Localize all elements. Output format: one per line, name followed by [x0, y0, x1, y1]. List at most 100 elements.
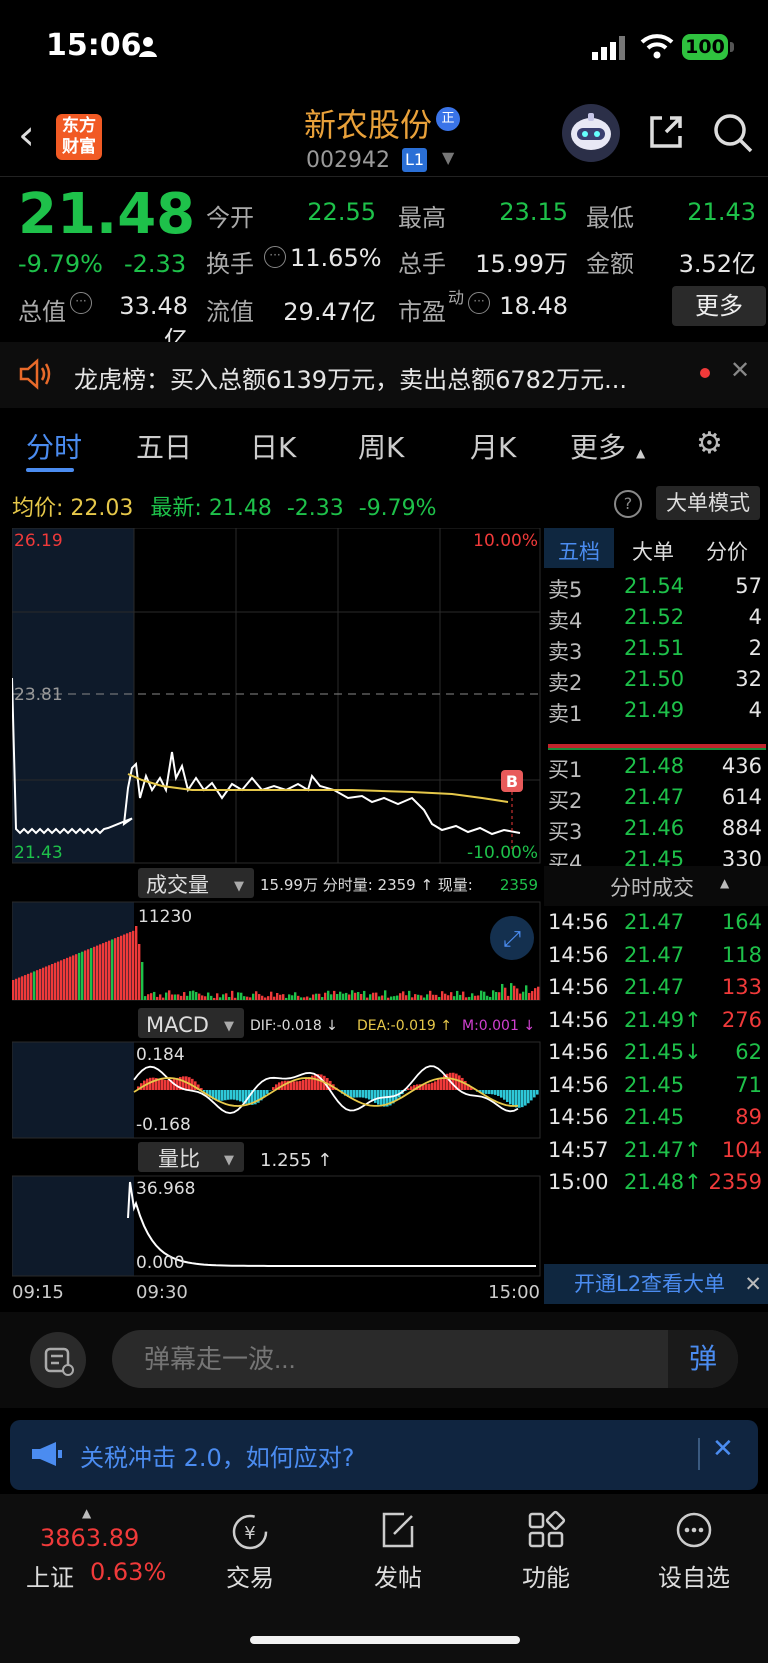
macd-dea: DEA:-0.019 ↑	[357, 1018, 452, 1034]
send-danmu-button[interactable]: 弹	[668, 1330, 738, 1388]
nav-watchlist[interactable]: 设自选	[644, 1558, 744, 1593]
volume-bar	[465, 997, 468, 1000]
volume-bar	[192, 990, 195, 1000]
l2-text: 开通L2查看大单	[574, 1272, 726, 1296]
ticks-title[interactable]: 分时成交	[610, 872, 694, 902]
home-indicator	[250, 1636, 520, 1644]
help-icon[interactable]: ?	[614, 490, 642, 518]
wifi-icon	[640, 34, 674, 59]
tab-monthly-k[interactable]: 月K	[470, 426, 516, 466]
tab-intraday[interactable]: 分时	[26, 426, 82, 466]
volume-bar	[294, 992, 297, 1000]
info-icon[interactable]: ···	[70, 292, 92, 314]
tick-row: 14:56 21.49↑ 276	[544, 1008, 766, 1042]
tab-daily-k[interactable]: 日K	[250, 426, 296, 466]
chevron-down-icon[interactable]: ▼	[442, 148, 454, 167]
volume-bar	[459, 994, 462, 1000]
stock-name[interactable]: 新农股份	[304, 100, 432, 146]
more-button[interactable]: 更多	[672, 286, 766, 326]
ratio-pre-shade	[12, 1176, 134, 1276]
ratio-bottom-label: 0.000	[136, 1253, 185, 1273]
book-row-volume: 436	[721, 754, 762, 778]
macd-bar	[515, 1090, 518, 1108]
trade-icon[interactable]: ¥	[230, 1512, 270, 1552]
nav-functions[interactable]: 功能	[496, 1558, 596, 1593]
volume-bar	[201, 995, 204, 1000]
cellular-signal-icon	[592, 36, 625, 60]
book-row-label: 买2	[548, 789, 583, 813]
close-icon[interactable]: ✕	[744, 1264, 762, 1304]
edit-post-icon[interactable]	[378, 1510, 418, 1550]
volume-bar	[168, 990, 171, 1000]
volume-bar	[264, 997, 267, 1000]
macd-bar	[503, 1090, 506, 1100]
volume-bar	[210, 995, 213, 1000]
tick-volume: 71	[735, 1072, 762, 1097]
tab-more[interactable]: 更多	[570, 426, 626, 466]
tab-weekly-k[interactable]: 周K	[358, 426, 404, 466]
more-options-icon[interactable]	[674, 1510, 714, 1550]
share-icon[interactable]	[646, 112, 686, 152]
turnover-label: 换手	[206, 250, 254, 278]
volume-bar	[234, 997, 237, 1000]
macd-bar	[530, 1090, 533, 1101]
volume-bar	[60, 960, 63, 1000]
book-row-label: 卖5	[548, 578, 583, 602]
volume-bar	[198, 993, 201, 1000]
book-row-label: 卖3	[548, 640, 583, 664]
tab-five-day[interactable]: 五日	[136, 426, 192, 466]
book-tab-big-order[interactable]: 大单	[632, 536, 674, 566]
volume-bar	[537, 986, 540, 1000]
big-order-mode-button[interactable]: 大单模式	[656, 486, 760, 520]
assistant-robot-icon[interactable]	[562, 104, 620, 162]
close-icon[interactable]: ✕	[712, 1434, 734, 1464]
volume-bar	[189, 991, 192, 1000]
caret-icon[interactable]: ▲	[82, 1506, 91, 1520]
l2-upgrade-banner[interactable]: 开通L2查看大单 ✕	[544, 1264, 768, 1304]
index-value[interactable]: 3863.89	[40, 1524, 139, 1552]
volume-bar	[153, 991, 156, 1000]
book-row-price: 21.48	[624, 754, 685, 778]
nav-trade[interactable]: 交易	[200, 1558, 300, 1593]
close-icon[interactable]: ✕	[730, 356, 750, 384]
battery-indicator: 100	[682, 34, 728, 60]
info-icon[interactable]: ···	[264, 246, 286, 268]
book-tab-level5[interactable]: 五档	[558, 536, 600, 566]
macd-bar	[167, 1080, 170, 1090]
volume-bar	[513, 985, 516, 1000]
volume-bar	[426, 994, 429, 1000]
danmu-icon	[44, 1347, 74, 1376]
price-mid-label: 23.81	[14, 685, 63, 705]
danmu-toggle[interactable]	[30, 1332, 86, 1388]
tab-active-indicator	[26, 468, 74, 472]
level-badge[interactable]: L1	[402, 148, 427, 172]
index-name[interactable]: 上证	[26, 1558, 74, 1593]
nav-post[interactable]: 发帖	[348, 1558, 448, 1593]
book-row-price: 21.54	[624, 574, 685, 598]
macd-bar	[494, 1090, 497, 1095]
volume-bar	[348, 994, 351, 1000]
tick-price: 21.47	[624, 942, 685, 967]
volume-bar	[66, 957, 69, 1000]
search-icon[interactable]	[712, 112, 754, 154]
intraday-chart[interactable]: B 26.19 10.00% 23.81 21.43 -10.00% 成交量 ▼…	[12, 528, 542, 1303]
volume-bar	[222, 994, 225, 1000]
danmu-input[interactable]	[112, 1330, 738, 1388]
gear-icon[interactable]: ⚙	[696, 426, 723, 461]
volume-bar	[93, 946, 96, 1000]
macd-m: M:0.001 ↓	[462, 1018, 535, 1034]
app-logo-text: 东方 财富	[62, 116, 96, 157]
book-tab-price-dist[interactable]: 分价	[706, 536, 748, 566]
volume-bar	[183, 992, 186, 1000]
index-percent[interactable]: 0.63%	[90, 1558, 166, 1586]
back-icon[interactable]: ‹	[18, 110, 35, 159]
volume-bar	[75, 954, 78, 1000]
volume-bar	[396, 995, 399, 1000]
status-time: 15:06	[46, 28, 142, 63]
tick-price: 21.48↑	[624, 1170, 702, 1194]
macd-bar	[374, 1090, 377, 1103]
grid-apps-icon[interactable]	[526, 1510, 566, 1550]
tick-row: 14:56 21.47 118	[544, 943, 766, 977]
tick-price: 21.47	[624, 975, 685, 999]
info-icon[interactable]: ···	[468, 292, 490, 314]
